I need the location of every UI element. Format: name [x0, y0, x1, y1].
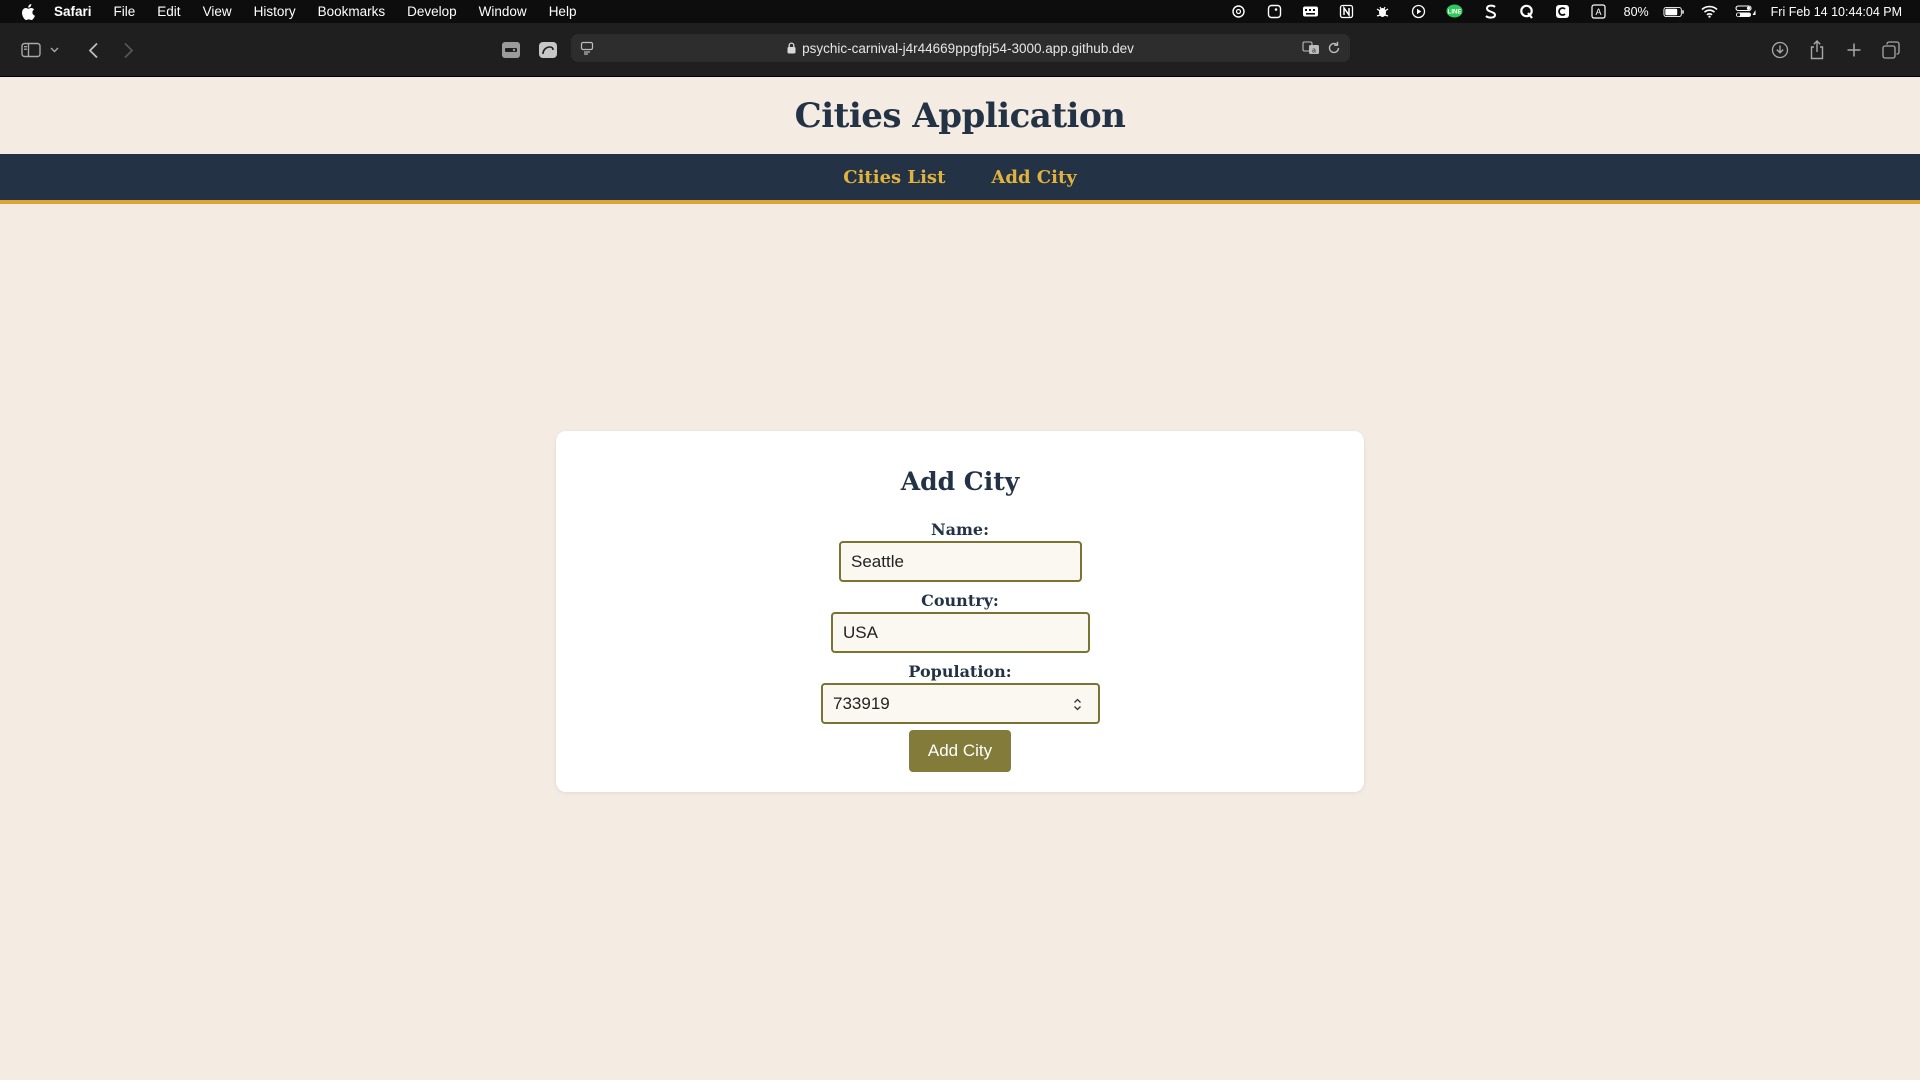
forward-icon[interactable]	[114, 36, 142, 64]
extension-cookie-icon[interactable]	[497, 36, 525, 64]
stepper-arrows-icon[interactable]	[1071, 695, 1083, 713]
downloads-icon[interactable]	[1766, 36, 1794, 64]
safari-toolbar: psychic-carnival-j4r44669ppgfpj54-3000.a…	[0, 23, 1920, 77]
keyboard-icon[interactable]	[1300, 4, 1322, 20]
svg-text:a: a	[1312, 48, 1316, 55]
translate-icon[interactable]: a	[1302, 40, 1320, 56]
play-circle-icon[interactable]	[1408, 4, 1430, 20]
svg-text:A: A	[1596, 7, 1602, 17]
menu-bookmarks[interactable]: Bookmarks	[318, 4, 386, 19]
macos-menubar: Safari File Edit View History Bookmarks …	[0, 0, 1920, 23]
input-source-icon[interactable]: A	[1588, 4, 1610, 20]
address-bar[interactable]: psychic-carnival-j4r44669ppgfpj54-3000.a…	[571, 34, 1350, 62]
population-input[interactable]	[821, 683, 1100, 724]
menu-file[interactable]: File	[114, 4, 136, 19]
battery-icon[interactable]	[1663, 4, 1685, 20]
line-chat-icon[interactable]: LINE	[1444, 4, 1466, 20]
country-label: Country:	[921, 591, 999, 610]
menu-view[interactable]: View	[203, 4, 232, 19]
sidebar-toggle-icon[interactable]	[17, 36, 45, 64]
nav-link-add-city[interactable]: Add City	[991, 167, 1076, 188]
s-logo-icon[interactable]	[1480, 4, 1502, 20]
reload-icon[interactable]	[1326, 40, 1342, 56]
battery-percentage: 80%	[1623, 4, 1649, 19]
extension-cloud-icon[interactable]	[534, 36, 562, 64]
share-icon[interactable]	[1803, 36, 1831, 64]
menu-history[interactable]: History	[254, 4, 296, 19]
name-label: Name:	[930, 520, 989, 539]
site-title: Cities Application	[794, 95, 1126, 136]
web-page: Cities Application Cities List Add City …	[0, 77, 1920, 1080]
notion-icon[interactable]	[1336, 4, 1358, 20]
menu-window[interactable]: Window	[479, 4, 527, 19]
app-square-icon[interactable]	[1264, 4, 1286, 20]
page-menu-icon[interactable]	[579, 40, 595, 56]
wifi-icon[interactable]	[1699, 4, 1721, 20]
menu-safari[interactable]: Safari	[54, 4, 92, 19]
nav-link-cities-list[interactable]: Cities List	[843, 167, 945, 188]
tab-groups-chevron-icon[interactable]	[45, 36, 63, 64]
form-title: Add City	[900, 467, 1020, 496]
bug-icon[interactable]	[1372, 4, 1394, 20]
svg-text:LINE: LINE	[1448, 10, 1462, 16]
menubar-clock[interactable]: Fri Feb 14 10:44:04 PM	[1771, 5, 1902, 19]
openai-icon[interactable]	[1228, 4, 1250, 20]
back-icon[interactable]	[79, 36, 107, 64]
url-text: psychic-carnival-j4r44669ppgfpj54-3000.a…	[802, 40, 1134, 56]
apple-logo-icon[interactable]	[18, 0, 38, 23]
menubar-status-area: LINE A 80% Fri Feb 14 10:44:04 PM	[1228, 0, 1902, 23]
menu-help[interactable]: Help	[549, 4, 577, 19]
menu-edit[interactable]: Edit	[157, 4, 180, 19]
population-label: Population:	[908, 662, 1012, 681]
country-input[interactable]	[831, 612, 1090, 653]
q-logo-icon[interactable]	[1516, 4, 1538, 20]
tab-overview-icon[interactable]	[1877, 36, 1905, 64]
control-center-icon[interactable]	[1735, 4, 1757, 20]
site-nav: Cities List Add City	[0, 154, 1920, 204]
add-city-button[interactable]: Add City	[909, 730, 1011, 772]
lock-icon	[787, 42, 796, 54]
name-input[interactable]	[839, 541, 1082, 582]
c-logo-icon[interactable]	[1552, 4, 1574, 20]
menu-develop[interactable]: Develop	[407, 4, 457, 19]
site-header: Cities Application	[0, 77, 1920, 154]
new-tab-icon[interactable]	[1840, 36, 1868, 64]
add-city-form-card: Add City Name: Country: Population: Add …	[556, 431, 1364, 792]
